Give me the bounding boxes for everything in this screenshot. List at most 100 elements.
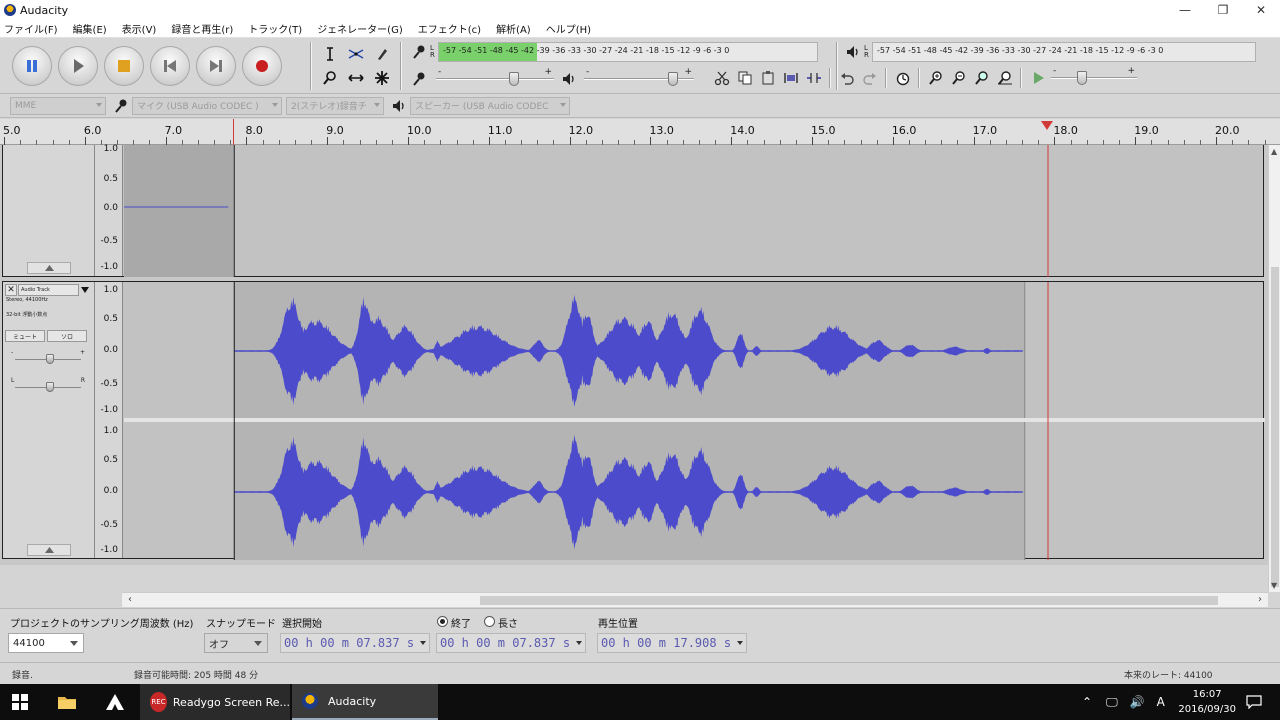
scroll-right-icon[interactable]: › (1258, 594, 1262, 605)
cut-button[interactable] (710, 67, 733, 89)
zoom-out-button[interactable] (947, 67, 970, 89)
record-level-meter[interactable]: -57 -54 -51 -48 -45 -42 -39 -36 -33 -30 … (438, 42, 818, 62)
skip-to-start-button[interactable] (150, 46, 190, 86)
slider-thumb[interactable] (508, 72, 519, 86)
playback-volume-slider[interactable]: - + (584, 67, 694, 89)
audio-track[interactable]: ✕ Audio Track Stereo, 44100Hz 32-bit 浮動小… (2, 281, 1265, 560)
scroll-up-icon[interactable]: ▲ (1271, 147, 1277, 156)
timeline-ruler[interactable]: 5.0 6.0 7.0 8.0 9.0 10.0 11.0 12.0 13.0 14.0 15.0 1… (0, 119, 1280, 145)
scroll-down-icon[interactable]: ▼ (1271, 581, 1277, 590)
fit-selection-button[interactable] (970, 67, 993, 89)
slider-thumb[interactable] (46, 382, 54, 392)
selection-start-time[interactable]: 00 h 00 m 07.837 s (280, 633, 430, 653)
playback-level-meter[interactable]: -57 -54 -51 -48 -45 -42 -39 -36 -33 -30 … (872, 42, 1256, 62)
collapse-track-button[interactable] (27, 544, 71, 556)
selection-tool[interactable] (318, 42, 342, 66)
menu-edit[interactable]: 編集(E) (73, 21, 107, 36)
sync-lock-button[interactable] (891, 67, 914, 89)
zoom-in-button[interactable] (924, 67, 947, 89)
track-control-panel[interactable] (3, 145, 95, 276)
scroll-left-icon[interactable]: ‹ (128, 594, 132, 605)
copy-button[interactable] (733, 67, 756, 89)
audio-waveform-area[interactable] (124, 282, 1265, 560)
slider-thumb[interactable] (1077, 71, 1088, 85)
notifications-button[interactable] (1236, 684, 1272, 720)
collapse-track-button[interactable] (27, 262, 71, 274)
silence-button[interactable] (802, 67, 825, 89)
close-button[interactable]: ✕ (1242, 0, 1280, 20)
selection-end-time[interactable]: 00 h 00 m 07.837 s (436, 633, 586, 653)
recording-waveform-area[interactable] (124, 145, 1263, 277)
project-rate-select[interactable]: 44100 (8, 633, 84, 653)
minimize-button[interactable]: — (1166, 0, 1204, 20)
recording-track[interactable]: 1.0 0.5 0.0 -0.5 -1.0 (2, 144, 1264, 277)
trim-button[interactable] (779, 67, 802, 89)
playback-meter-button[interactable] (842, 42, 864, 62)
scale-label: 0.5 (103, 174, 118, 184)
menu-file[interactable]: ファイル(F) (4, 21, 58, 36)
restore-button[interactable]: ❐ (1204, 0, 1242, 20)
start-button[interactable] (0, 684, 40, 720)
volume-icon[interactable]: 🔊 (1130, 695, 1145, 709)
menu-view[interactable]: 表示(V) (122, 21, 157, 36)
scroll-thumb[interactable] (480, 596, 1218, 605)
input-channels-select[interactable]: 2(ステレオ)録音チ (286, 96, 384, 115)
gain-slider[interactable]: - + (11, 349, 85, 366)
speaker-icon (563, 73, 574, 85)
close-track-button[interactable]: ✕ (5, 284, 17, 296)
length-radio[interactable] (484, 616, 495, 627)
mute-button[interactable]: ミュート (5, 330, 45, 342)
paste-button[interactable] (756, 67, 779, 89)
audio-position-time[interactable]: 00 h 00 m 17.908 s (597, 633, 747, 653)
skip-to-end-button[interactable] (196, 46, 236, 86)
playhead-marker[interactable] (1041, 121, 1053, 130)
end-radio[interactable] (437, 616, 448, 627)
timeshift-tool[interactable] (344, 66, 368, 90)
slider-thumb[interactable] (668, 72, 679, 86)
show-hidden-icons[interactable]: ⌃ (1082, 695, 1092, 709)
pause-button[interactable] (12, 46, 52, 86)
ime-indicator[interactable]: A (1157, 695, 1165, 709)
play-at-speed-button[interactable] (1026, 67, 1049, 89)
solo-button[interactable]: ソロ (47, 330, 87, 342)
menu-help[interactable]: ヘルプ(H) (546, 21, 591, 36)
track-menu-button[interactable] (79, 284, 91, 296)
pan-slider[interactable]: L R (11, 377, 85, 394)
pinned-app-button[interactable] (92, 684, 138, 720)
track-control-panel[interactable]: ✕ Audio Track Stereo, 44100Hz 32-bit 浮動小… (3, 282, 95, 558)
zoom-tool-icon (323, 71, 336, 85)
scroll-thumb[interactable] (1271, 267, 1279, 587)
menu-effect[interactable]: エフェクト(c) (418, 21, 481, 36)
redo-button[interactable] (858, 67, 881, 89)
ruler-label: 14.0 (730, 124, 755, 137)
undo-button[interactable] (835, 67, 858, 89)
clock[interactable]: 16:07 2016/09/30 (1178, 687, 1236, 717)
output-device-select[interactable]: スピーカー (USB Audio CODEC (410, 96, 570, 115)
file-explorer-button[interactable] (44, 684, 90, 720)
record-volume-slider[interactable]: - + (436, 67, 554, 89)
multi-tool[interactable] (370, 66, 394, 90)
audio-host-select[interactable]: MME (10, 96, 106, 115)
track-name-menu[interactable]: Audio Track (18, 284, 79, 296)
taskbar-app-readygo[interactable]: REC Readygo Screen Re... (140, 684, 290, 720)
input-device-select[interactable]: マイク (USB Audio CODEC ) (132, 96, 282, 115)
play-at-speed-slider[interactable]: - + (1051, 66, 1137, 88)
draw-tool[interactable] (370, 42, 394, 66)
snap-mode-select[interactable]: オフ (204, 633, 268, 653)
envelope-tool[interactable] (344, 42, 368, 66)
zoom-tool[interactable] (318, 66, 342, 90)
fit-project-button[interactable] (993, 67, 1016, 89)
slider-thumb[interactable] (46, 354, 54, 364)
network-icon[interactable]: 🖵 (1106, 695, 1118, 710)
menu-transport[interactable]: 録音と再生(r) (171, 21, 233, 36)
horizontal-scrollbar[interactable]: ‹ › (122, 592, 1268, 607)
record-meter-button[interactable] (408, 42, 430, 62)
stop-button[interactable] (104, 46, 144, 86)
menu-analyze[interactable]: 解析(A) (496, 21, 531, 36)
record-button[interactable] (242, 46, 282, 86)
menu-tracks[interactable]: トラック(T) (248, 21, 302, 36)
taskbar-app-audacity[interactable]: Audacity (292, 684, 438, 720)
menu-generate[interactable]: ジェネレーター(G) (317, 21, 403, 36)
play-button[interactable] (58, 46, 98, 86)
vertical-scrollbar[interactable]: ▲ ▼ (1268, 145, 1280, 592)
